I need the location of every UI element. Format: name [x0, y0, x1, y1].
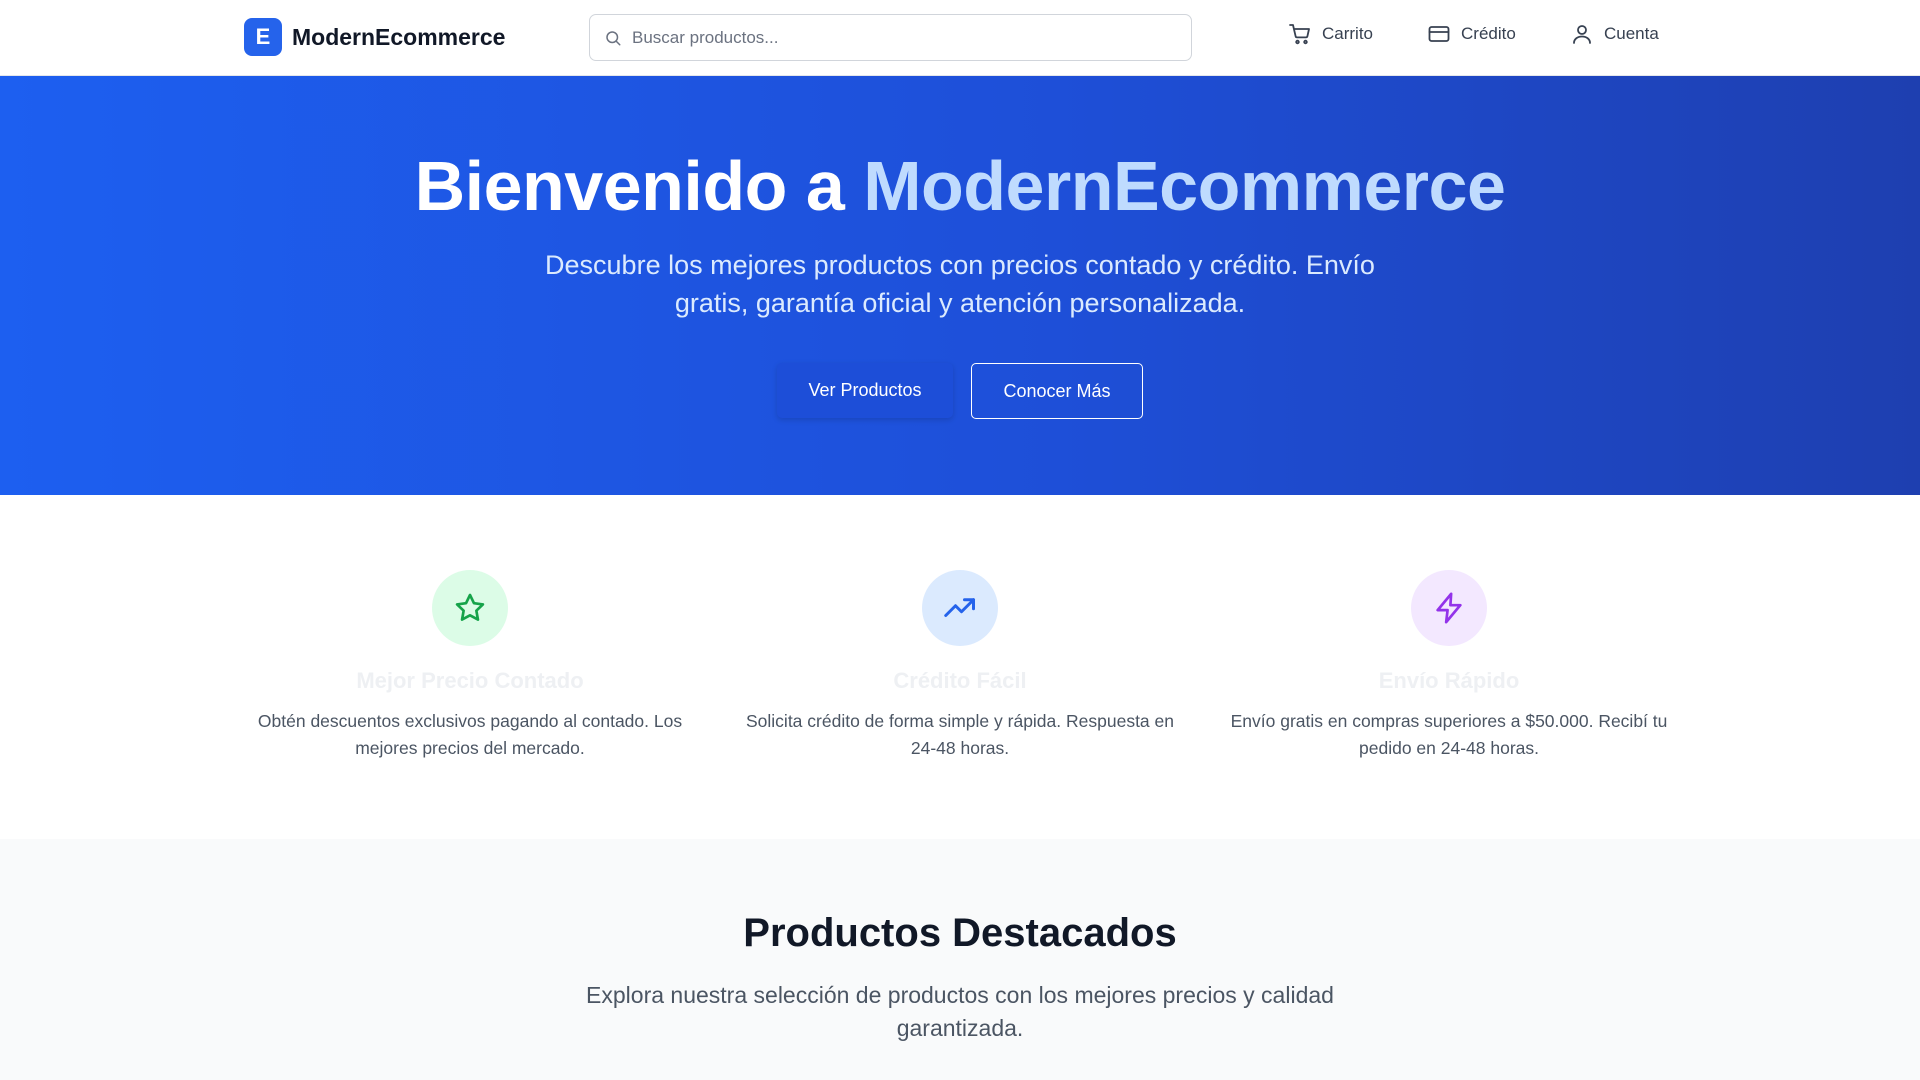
feature-card: Mejor Precio Contado Obtén descuentos ex… — [240, 570, 700, 762]
hero-section: Bienvenido a ModernEcommerce Descubre lo… — [0, 76, 1920, 495]
credit-card-icon — [1428, 26, 1450, 42]
featured-title: Productos Destacados — [743, 911, 1177, 955]
logo[interactable]: E ModernEcommerce — [244, 18, 505, 56]
nav-account-link[interactable]: Cuenta — [1570, 22, 1659, 46]
search-icon — [606, 30, 621, 45]
feature-title: Crédito Fácil — [893, 668, 1027, 693]
feature-title: Mejor Precio Contado — [356, 668, 584, 693]
learn-more-button[interactable]: Conocer Más — [971, 363, 1143, 419]
nav-account-label: Cuenta — [1604, 24, 1659, 43]
nav-credit-link[interactable]: Crédito — [1427, 22, 1516, 46]
star-icon — [455, 593, 485, 621]
hero-title-prefix: Bienvenido a — [414, 147, 864, 225]
feature-icon-circle — [432, 570, 508, 646]
feature-description: Obtén descuentos exclusivos pagando al c… — [257, 711, 683, 758]
feature-icon-circle — [1411, 570, 1487, 646]
featured-subtitle: Explora nuestra selección de productos c… — [586, 982, 1334, 1041]
feature-title: Envío Rápido — [1378, 668, 1520, 693]
search-input[interactable] — [632, 27, 1172, 48]
view-products-button[interactable]: Ver Productos — [777, 363, 953, 418]
nav-cart-label: Carrito — [1322, 24, 1374, 43]
nav-credit-label: Crédito — [1461, 24, 1516, 43]
logo-text: ModernEcommerce — [292, 23, 506, 50]
hero-title: Bienvenido a ModernEcommerce — [0, 146, 1920, 226]
nav-cart-link[interactable]: Carrito — [1288, 22, 1373, 46]
feature-description: Solicita crédito de forma simple y rápid… — [746, 711, 1174, 758]
hero-subtitle: Descubre los mejores productos con preci… — [545, 250, 1375, 318]
user-icon — [1573, 25, 1591, 44]
search-bar — [589, 14, 1192, 61]
lightning-icon — [1436, 592, 1462, 624]
feature-icon-circle — [922, 570, 998, 646]
cart-icon — [1289, 24, 1310, 45]
feature-card: Crédito Fácil Solicita crédito de forma … — [730, 570, 1190, 762]
trending-up-icon — [944, 598, 975, 617]
feature-description: Envío gratis en compras superiores a $50… — [1230, 711, 1668, 758]
feature-card: Envío Rápido Envío gratis en compras sup… — [1219, 570, 1679, 762]
site-header: E ModernEcommerce Carrito Crédito Cuenta — [0, 0, 1920, 76]
logo-mark: E — [244, 18, 282, 56]
features-section: Mejor Precio Contado Obtén descuentos ex… — [0, 495, 1920, 839]
hero-title-accent: ModernEcommerce — [863, 147, 1506, 225]
featured-products-section: Productos Destacados Explora nuestra sel… — [0, 839, 1920, 1080]
